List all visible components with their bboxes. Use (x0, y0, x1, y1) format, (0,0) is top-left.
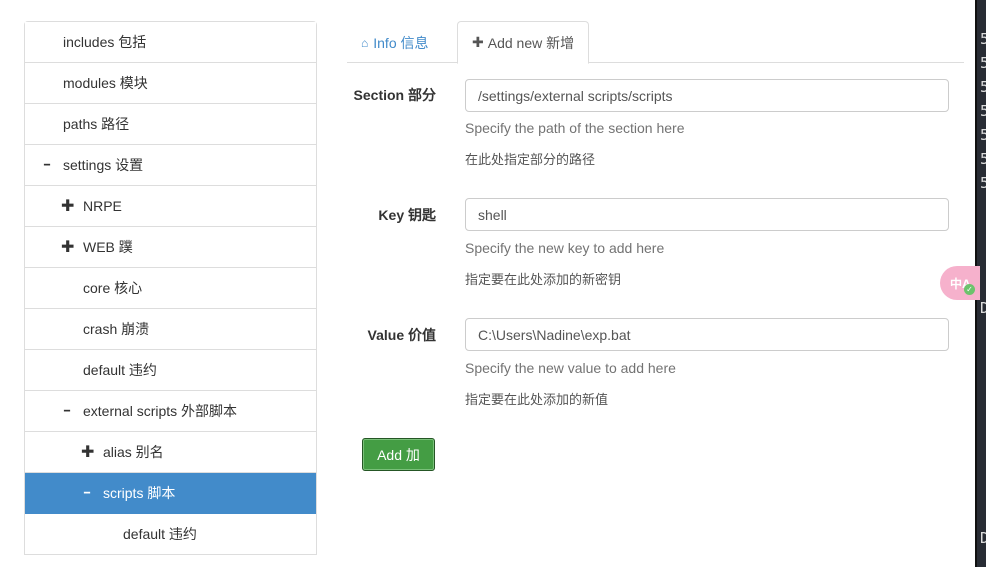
tab-add-new[interactable]: ✚ Add new 新增 (457, 21, 590, 64)
section-help: Specify the path of the section here (465, 120, 685, 136)
key-help-cn: 指定要在此处添加的新密钥 (465, 272, 622, 287)
value-help: Specify the new value to add here (465, 360, 676, 376)
terminal-line: 5 (980, 30, 986, 48)
key-label: Key 钥匙 (378, 207, 436, 223)
tree-item[interactable]: modules 模块 (25, 63, 316, 104)
tree-item[interactable]: ✚ alias 别名 (25, 432, 316, 473)
tree-item[interactable]: core 核心 (25, 268, 316, 309)
key-help: Specify the new key to add here (465, 240, 665, 256)
tree-item[interactable]: default 违约 (25, 514, 316, 555)
terminal-line: 5 (980, 174, 986, 192)
value-label: Value 价值 (367, 327, 436, 343)
tree-item-label: includes 包括 (63, 34, 147, 50)
settings-tree: includes 包括 modules 模块 paths 路径 ━ settings 设… (24, 21, 317, 555)
tree-item-label: external scripts 外部脚本 (83, 403, 238, 419)
minus-icon[interactable]: ━ (81, 488, 93, 499)
terminal-line: D (980, 299, 986, 317)
tab-bar: ⌂ Info 信息 ✚ Add new 新增 (347, 21, 964, 64)
plus-icon[interactable]: ✚ (81, 442, 94, 462)
section-help-cn: 在此处指定部分的路径 (465, 152, 596, 167)
plus-icon: ✚ (472, 34, 484, 50)
terminal-line: 5 (980, 102, 986, 120)
minus-icon[interactable]: ━ (61, 406, 73, 417)
plus-icon[interactable]: ✚ (61, 237, 74, 257)
terminal-line: 5 (980, 126, 986, 144)
value-help-cn: 指定要在此处添加的新值 (465, 392, 609, 407)
tree-item[interactable]: ✚ NRPE (25, 186, 316, 227)
tab-info[interactable]: ⌂ Info 信息 (347, 21, 443, 64)
tree-item-label: scripts 脚本 (103, 485, 176, 501)
section-label: Section 部分 (353, 87, 436, 103)
tree-item-label: modules 模块 (63, 75, 148, 91)
terminal-line: 5 (980, 54, 986, 72)
tree-item[interactable]: crash 崩溃 (25, 309, 316, 350)
tree-item[interactable]: includes 包括 (25, 22, 316, 63)
terminal-line: 5 (980, 150, 986, 168)
tree-item-label: paths 路径 (63, 116, 130, 132)
tree-item[interactable]: ━ settings 设置 (25, 145, 316, 186)
tree-item[interactable]: ✚ WEB 蹼 (25, 227, 316, 268)
section-input[interactable]: /settings/external scripts/scripts (465, 79, 949, 112)
terminal-line: 5 (980, 78, 986, 96)
value-input[interactable]: C:\Users\Nadine\exp.bat (465, 318, 949, 351)
tree-item-label: default 违约 (123, 526, 197, 542)
minus-icon[interactable]: ━ (41, 160, 53, 171)
tree-item[interactable]: ━ external scripts 外部脚本 (25, 391, 316, 432)
tree-item-label: WEB 蹼 (83, 239, 133, 255)
tree-item-label: alias 别名 (103, 444, 164, 460)
plus-icon[interactable]: ✚ (61, 196, 74, 216)
home-icon: ⌂ (361, 35, 369, 50)
tree-item-label: crash 崩溃 (83, 321, 150, 337)
tree-item[interactable]: default 违约 (25, 350, 316, 391)
tree-item-label: NRPE (83, 198, 122, 214)
translate-button[interactable]: 中A ✓ (940, 266, 980, 300)
key-input[interactable]: shell (465, 198, 949, 231)
check-icon: ✓ (964, 284, 975, 295)
tree-item[interactable]: ━ scripts 脚本 (25, 473, 316, 514)
terminal-line: D (980, 529, 986, 547)
tree-item[interactable]: paths 路径 (25, 104, 316, 145)
tree-item-label: core 核心 (83, 280, 143, 296)
tree-item-label: default 违约 (83, 362, 157, 378)
tree-item-label: settings 设置 (63, 157, 144, 173)
add-button[interactable]: Add 加 (362, 438, 435, 471)
